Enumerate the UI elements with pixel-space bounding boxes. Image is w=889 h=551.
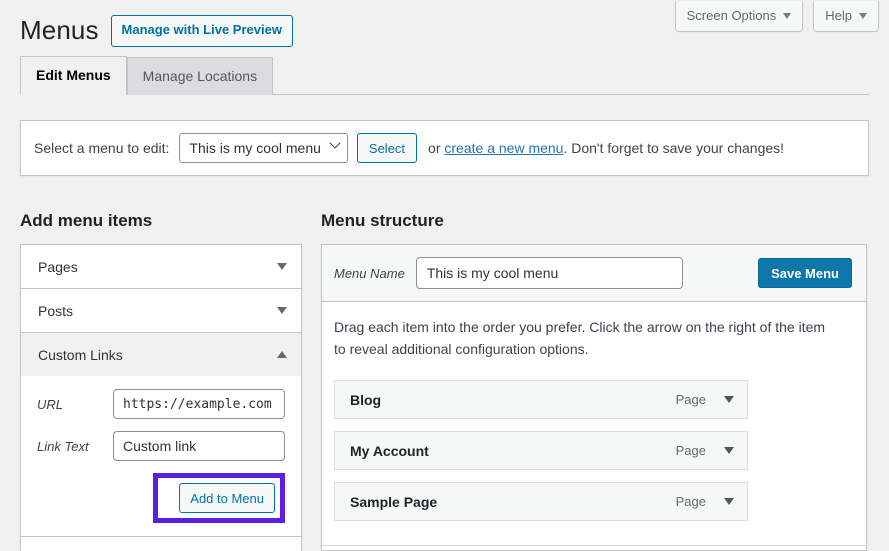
- chevron-down-icon: [329, 137, 340, 148]
- menu-name-row: Menu Name This is my cool menu Save Menu: [322, 245, 866, 302]
- menu-structure-panel: Menu Name This is my cool menu Save Menu…: [321, 244, 867, 551]
- caret-down-icon[interactable]: [724, 498, 734, 505]
- menu-select-bar: Select a menu to edit: This is my cool m…: [20, 120, 869, 176]
- menu-item-title: Sample Page: [350, 494, 437, 510]
- caret-down-icon[interactable]: [724, 447, 734, 454]
- structure-divider: [322, 545, 866, 546]
- menu-structure-heading: Menu structure: [321, 209, 444, 233]
- menu-select-dropdown[interactable]: This is my cool menu: [179, 133, 347, 163]
- link-text-label: Link Text: [37, 439, 113, 454]
- menu-item-type: Page: [676, 392, 706, 407]
- add-menu-items-accordion: Pages Posts Custom Links URL https://exa…: [20, 244, 302, 541]
- menu-structure-description: Drag each item into the order you prefer…: [334, 317, 839, 360]
- tab-bar: Edit Menus Manage Locations: [20, 59, 869, 95]
- table-row[interactable]: Sample Page Page: [334, 482, 748, 521]
- select-menu-label: Select a menu to edit:: [34, 140, 169, 156]
- select-button[interactable]: Select: [357, 133, 417, 163]
- accordion-label-custom-links: Custom Links: [38, 347, 123, 363]
- accordion-header-posts[interactable]: Posts: [21, 289, 301, 332]
- accordion-header-pages[interactable]: Pages: [21, 245, 301, 288]
- menu-name-label: Menu Name: [334, 266, 405, 281]
- menu-item-type: Page: [676, 443, 706, 458]
- custom-links-actions: Add to Menu: [37, 473, 285, 523]
- tab-manage-locations[interactable]: Manage Locations: [127, 57, 273, 95]
- caret-down-icon[interactable]: [277, 263, 287, 270]
- accordion-item-posts: Posts: [21, 289, 301, 333]
- caret-down-icon[interactable]: [724, 396, 734, 403]
- url-label: URL: [37, 397, 113, 412]
- help-button[interactable]: Help: [813, 1, 879, 32]
- menu-structure-body: Drag each item into the order you prefer…: [322, 302, 866, 551]
- caret-down-icon[interactable]: [277, 307, 287, 314]
- page-title: Menus: [20, 14, 99, 48]
- add-to-menu-button[interactable]: Add to Menu: [179, 483, 275, 513]
- save-menu-button[interactable]: Save Menu: [758, 258, 852, 288]
- accordion-label-pages: Pages: [38, 259, 78, 275]
- accordion-panel-below[interactable]: [20, 536, 302, 551]
- accordion-header-custom-links[interactable]: Custom Links: [21, 333, 301, 376]
- table-row[interactable]: My Account Page: [334, 431, 748, 470]
- caret-up-icon[interactable]: [277, 351, 287, 358]
- url-input[interactable]: https://example.com: [113, 389, 285, 419]
- screen-options-button[interactable]: Screen Options: [675, 1, 804, 32]
- page-header: Menus Manage with Live Preview: [20, 14, 293, 48]
- or-text: or: [428, 140, 444, 156]
- link-text-field-row: Link Text Custom link: [37, 431, 285, 461]
- chevron-down-icon: [783, 13, 791, 19]
- add-to-menu-highlight: Add to Menu: [153, 473, 285, 523]
- menu-select-value: This is my cool menu: [189, 140, 320, 156]
- save-changes-hint: . Don't forget to save your changes!: [563, 140, 784, 156]
- create-menu-hint: or create a new menu. Don't forget to sa…: [428, 140, 784, 156]
- manage-with-live-preview-button[interactable]: Manage with Live Preview: [111, 15, 293, 47]
- screen-meta-links: Screen Options Help: [675, 1, 879, 32]
- menu-item-type: Page: [676, 494, 706, 509]
- help-label: Help: [825, 9, 852, 22]
- create-a-new-menu-link[interactable]: create a new menu: [444, 140, 563, 156]
- menu-item-title: My Account: [350, 443, 429, 459]
- accordion-item-custom-links: Custom Links URL https://example.com Lin…: [21, 333, 301, 540]
- url-field-row: URL https://example.com: [37, 389, 285, 419]
- menu-name-input[interactable]: This is my cool menu: [416, 257, 683, 289]
- table-row[interactable]: Blog Page: [334, 380, 748, 419]
- add-menu-items-heading: Add menu items: [20, 209, 152, 233]
- chevron-down-icon: [859, 13, 867, 19]
- menus-admin-page: Screen Options Help Menus Manage with Li…: [0, 0, 889, 551]
- accordion-item-pages: Pages: [21, 245, 301, 289]
- menu-item-title: Blog: [350, 392, 381, 408]
- link-text-input[interactable]: Custom link: [113, 431, 285, 461]
- custom-links-form: URL https://example.com Link Text Custom…: [21, 376, 301, 540]
- tab-edit-menus[interactable]: Edit Menus: [20, 56, 127, 95]
- screen-options-label: Screen Options: [687, 9, 777, 22]
- accordion-label-posts: Posts: [38, 303, 73, 319]
